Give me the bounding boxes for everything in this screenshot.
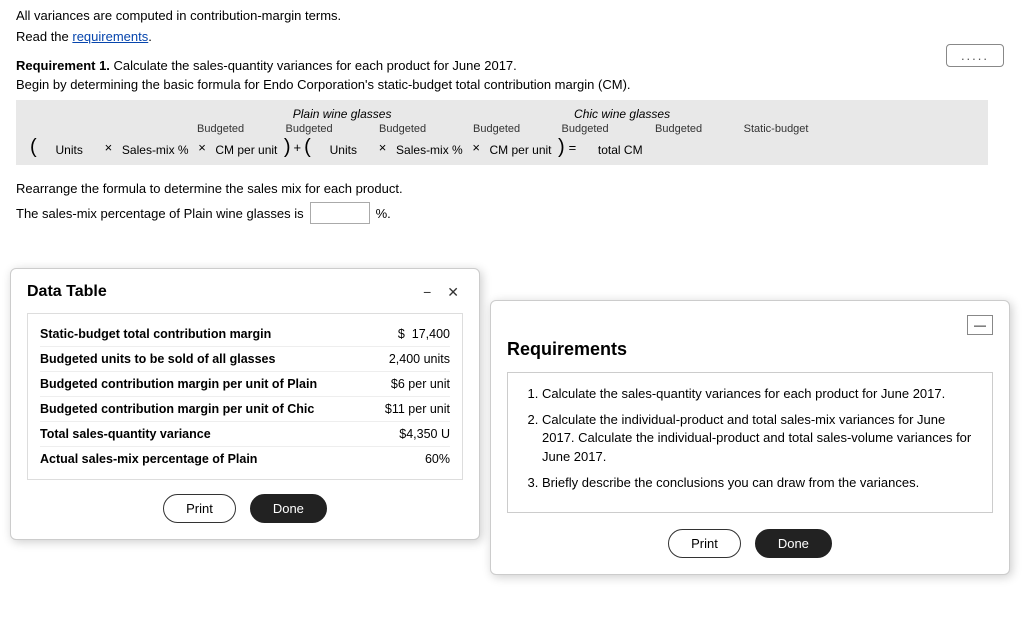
dotted-button[interactable]: ..... <box>946 44 1004 67</box>
plain-header-label: Plain wine glasses <box>293 107 392 121</box>
data-value-0a: $ <box>398 327 405 341</box>
requirement-text: Calculate the sales-quantity variances f… <box>110 58 517 73</box>
op-x-1: × <box>105 140 113 157</box>
close-paren-2: ) <box>558 137 565 157</box>
data-row-1: Budgeted units to be sold of all glasses… <box>40 347 450 372</box>
read-requirements-line: Read the requirements. <box>16 29 1008 44</box>
data-row-5: Actual sales-mix percentage of Plain 60% <box>40 447 450 471</box>
note-text: All variances are computed in contributi… <box>16 8 341 23</box>
data-label-4: Total sales-quantity variance <box>40 427 350 441</box>
data-table-done-button[interactable]: Done <box>250 494 327 523</box>
data-label-1: Budgeted units to be sold of all glasses <box>40 352 350 366</box>
data-table-close-button[interactable]: ✕ <box>443 284 463 301</box>
col-salesmix-1: Budgeted <box>269 123 349 135</box>
requirements-modal-header: Requirements <box>507 339 993 360</box>
requirement-bold: Requirement 1. <box>16 58 110 73</box>
data-row-2: Budgeted contribution margin per unit of… <box>40 372 450 397</box>
main-content: All variances are computed in contributi… <box>0 0 1024 240</box>
data-value-2: $6 per unit <box>350 377 450 391</box>
data-table-modal-footer: Print Done <box>27 494 463 523</box>
data-label-0: Static-budget total contribution margin <box>40 327 350 341</box>
data-label-2: Budgeted contribution margin per unit of… <box>40 377 350 391</box>
requirements-modal-title: Requirements <box>507 339 627 360</box>
close-paren-1: ) <box>284 137 291 157</box>
data-value-1: 2,400 units <box>350 352 450 366</box>
op-x-3: × <box>379 140 387 157</box>
data-table-title: Data Table <box>27 283 107 301</box>
requirements-list-box: Calculate the sales-quantity variances f… <box>507 372 993 513</box>
data-row-0: Static-budget total contribution margin … <box>40 322 450 347</box>
sales-mix-input[interactable] <box>310 202 370 224</box>
read-period: . <box>148 29 152 44</box>
requirements-collapse-button[interactable]: — <box>967 315 993 335</box>
chic-header-label: Chic wine glasses <box>574 107 670 121</box>
val-total-cm: total CM <box>580 143 660 157</box>
read-text: Read the <box>16 29 72 44</box>
formula-values-row: ( Units × Sales-mix % × CM per unit ) + … <box>26 137 978 157</box>
data-table-modal: Data Table − ✕ Static-budget total contr… <box>10 268 480 540</box>
data-value-0b: 17,400 <box>412 327 450 341</box>
requirements-done-button[interactable]: Done <box>755 529 832 558</box>
data-row-4: Total sales-quantity variance $4,350 U <box>40 422 450 447</box>
val-units-2: Units <box>311 143 376 157</box>
sales-mix-row: The sales-mix percentage of Plain wine g… <box>16 202 1008 224</box>
requirements-link[interactable]: requirements <box>72 29 148 44</box>
col-static-budget: Static-budget <box>736 123 816 135</box>
val-salesmix-2: Sales-mix % <box>389 143 469 157</box>
open-paren-1: ( <box>30 137 37 157</box>
requirements-list: Calculate the sales-quantity variances f… <box>524 385 976 492</box>
rearrange-text: Rearrange the formula to determine the s… <box>16 181 1008 196</box>
col-salesmix-2: Budgeted <box>545 123 625 135</box>
col-cm-2: Budgeted <box>641 123 716 135</box>
req-item-3: Briefly describe the conclusions you can… <box>542 474 976 492</box>
data-table-print-button[interactable]: Print <box>163 494 236 523</box>
requirements-modal-footer: Print Done <box>507 529 993 558</box>
op-x-2: × <box>198 140 206 157</box>
begin-text: Begin by determining the basic formula f… <box>16 77 1008 92</box>
data-table-minimize-button[interactable]: − <box>419 284 435 300</box>
formula-table: Plain wine glasses Chic wine glasses Bud… <box>16 100 988 165</box>
formula-col-labels: Budgeted Budgeted Budgeted Budgeted Budg… <box>26 123 978 135</box>
open-paren-2: ( <box>304 137 311 157</box>
chic-header: Chic wine glasses <box>472 106 772 121</box>
data-table-inner: Static-budget total contribution margin … <box>27 313 463 480</box>
val-cm-1: CM per unit <box>209 143 284 157</box>
requirements-print-button[interactable]: Print <box>668 529 741 558</box>
requirements-modal-top-controls: — <box>507 315 993 335</box>
data-label-5: Actual sales-mix percentage of Plain <box>40 452 350 466</box>
col-cm-1: Budgeted <box>365 123 440 135</box>
requirement-title: Requirement 1. Calculate the sales-quant… <box>16 58 1008 73</box>
col-budgeted-2: Budgeted <box>464 123 529 135</box>
val-units-1: Units <box>37 143 102 157</box>
sales-mix-suffix: %. <box>376 206 391 221</box>
plain-header: Plain wine glasses <box>232 106 452 121</box>
top-note: All variances are computed in contributi… <box>16 8 1008 23</box>
op-plus: + <box>294 140 302 157</box>
data-row-3: Budgeted contribution margin per unit of… <box>40 397 450 422</box>
op-x-4: × <box>472 140 480 157</box>
col-budgeted-1: Budgeted <box>188 123 253 135</box>
val-salesmix-1: Sales-mix % <box>115 143 195 157</box>
eq-sign: = <box>569 140 577 157</box>
sales-mix-label: The sales-mix percentage of Plain wine g… <box>16 206 304 221</box>
req-item-1: Calculate the sales-quantity variances f… <box>542 385 976 403</box>
data-table-modal-header: Data Table − ✕ <box>27 283 463 301</box>
formula-headers: Plain wine glasses Chic wine glasses <box>26 106 978 121</box>
data-value-4: $4,350 U <box>350 427 450 441</box>
data-value-5: 60% <box>350 452 450 466</box>
requirements-modal: — Requirements Calculate the sales-quant… <box>490 300 1010 575</box>
data-value-0: $ 17,400 <box>350 327 450 341</box>
val-cm-2: CM per unit <box>483 143 558 157</box>
data-value-3: $11 per unit <box>350 402 450 416</box>
req-item-2: Calculate the individual-product and tot… <box>542 411 976 466</box>
data-table-modal-controls: − ✕ <box>419 284 463 301</box>
data-label-3: Budgeted contribution margin per unit of… <box>40 402 350 416</box>
